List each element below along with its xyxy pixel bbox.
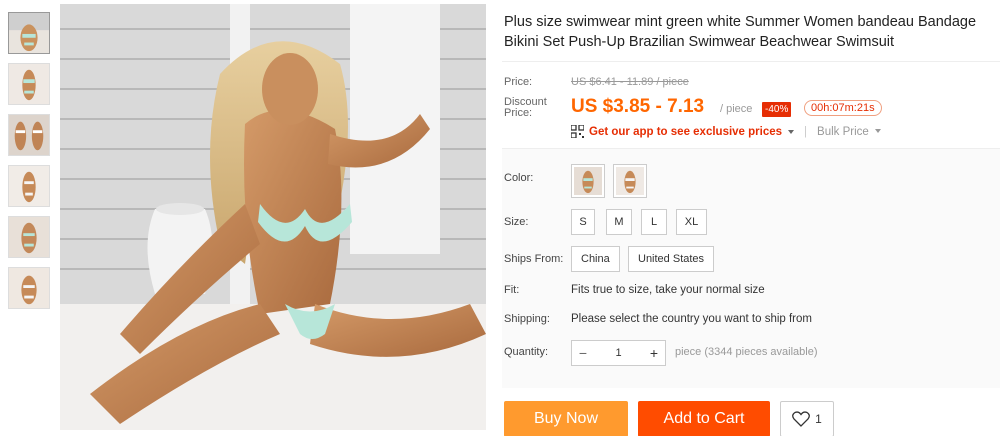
- wishlist-count: 1: [815, 412, 822, 426]
- chevron-down-icon: [788, 129, 795, 134]
- color-label: Color:: [504, 172, 534, 184]
- size-label: Size:: [504, 216, 529, 228]
- shipping-label: Shipping:: [504, 313, 550, 325]
- thumbnail[interactable]: [8, 12, 50, 54]
- add-to-cart-button[interactable]: Add to Cart: [638, 401, 770, 436]
- size-option-s[interactable]: S: [571, 209, 595, 235]
- app-promo-row: Get our app to see exclusive prices | Bu…: [571, 125, 881, 138]
- main-product-image: [60, 4, 486, 430]
- bulk-price-dropdown[interactable]: Bulk Price: [817, 126, 881, 138]
- thumbnail-gallery: [8, 12, 54, 318]
- wishlist-button[interactable]: 1: [780, 401, 834, 436]
- thumbnail[interactable]: [8, 114, 50, 156]
- availability-text: piece (3344 pieces available): [675, 346, 818, 358]
- fit-label: Fit:: [504, 284, 520, 296]
- color-option-white[interactable]: [613, 164, 647, 198]
- quantity-input[interactable]: 1: [594, 347, 643, 359]
- original-price: US $6.41 - 11.89 / piece: [571, 76, 689, 88]
- action-buttons: Buy Now Add to Cart 1: [504, 401, 834, 436]
- product-info-panel: Plus size swimwear mint green white Summ…: [502, 0, 1000, 436]
- thumbnail[interactable]: [8, 267, 50, 309]
- qr-code-icon: [571, 125, 584, 138]
- size-option-m[interactable]: M: [606, 209, 632, 235]
- bulk-price-label: Bulk Price: [817, 125, 869, 138]
- size-option-l[interactable]: L: [641, 209, 667, 235]
- price-section: Price: US $6.41 - 11.89 / piece Discount…: [502, 61, 1000, 144]
- price-label: Price:: [504, 76, 533, 88]
- sku-options-section: Color: Size: S M L XL Ships From: China …: [502, 148, 1000, 388]
- fit-text: Fits true to size, take your normal size: [571, 284, 765, 296]
- ships-from-china[interactable]: China: [571, 246, 620, 272]
- chevron-down-icon: [874, 129, 881, 134]
- ships-from-label: Ships From:: [504, 253, 564, 265]
- color-option-mint[interactable]: [571, 164, 605, 198]
- current-price: US $3.85 - 7.13: [571, 96, 705, 117]
- discount-badge: -40%: [762, 102, 792, 117]
- app-promo-link[interactable]: Get our app to see exclusive prices: [589, 126, 782, 138]
- divider: |: [804, 125, 808, 138]
- buy-now-button[interactable]: Buy Now: [504, 401, 628, 436]
- thumbnail[interactable]: [8, 63, 50, 105]
- product-title: Plus size swimwear mint green white Summ…: [504, 14, 977, 50]
- per-unit-label: / piece: [720, 103, 753, 115]
- discount-price-label: Discount Price:: [504, 96, 547, 119]
- size-option-xl[interactable]: XL: [676, 209, 707, 235]
- ships-from-united-states[interactable]: United States: [628, 246, 715, 272]
- countdown-timer: 00h:07m:21s: [804, 100, 882, 116]
- quantity-stepper: − 1 +: [571, 340, 666, 366]
- quantity-increase-button[interactable]: +: [643, 345, 665, 361]
- quantity-decrease-button[interactable]: −: [572, 345, 594, 361]
- heart-icon: [792, 411, 811, 427]
- shipping-text: Please select the country you want to sh…: [571, 313, 812, 325]
- quantity-label: Quantity:: [504, 346, 549, 358]
- thumbnail[interactable]: [8, 216, 50, 258]
- thumbnail[interactable]: [8, 165, 50, 207]
